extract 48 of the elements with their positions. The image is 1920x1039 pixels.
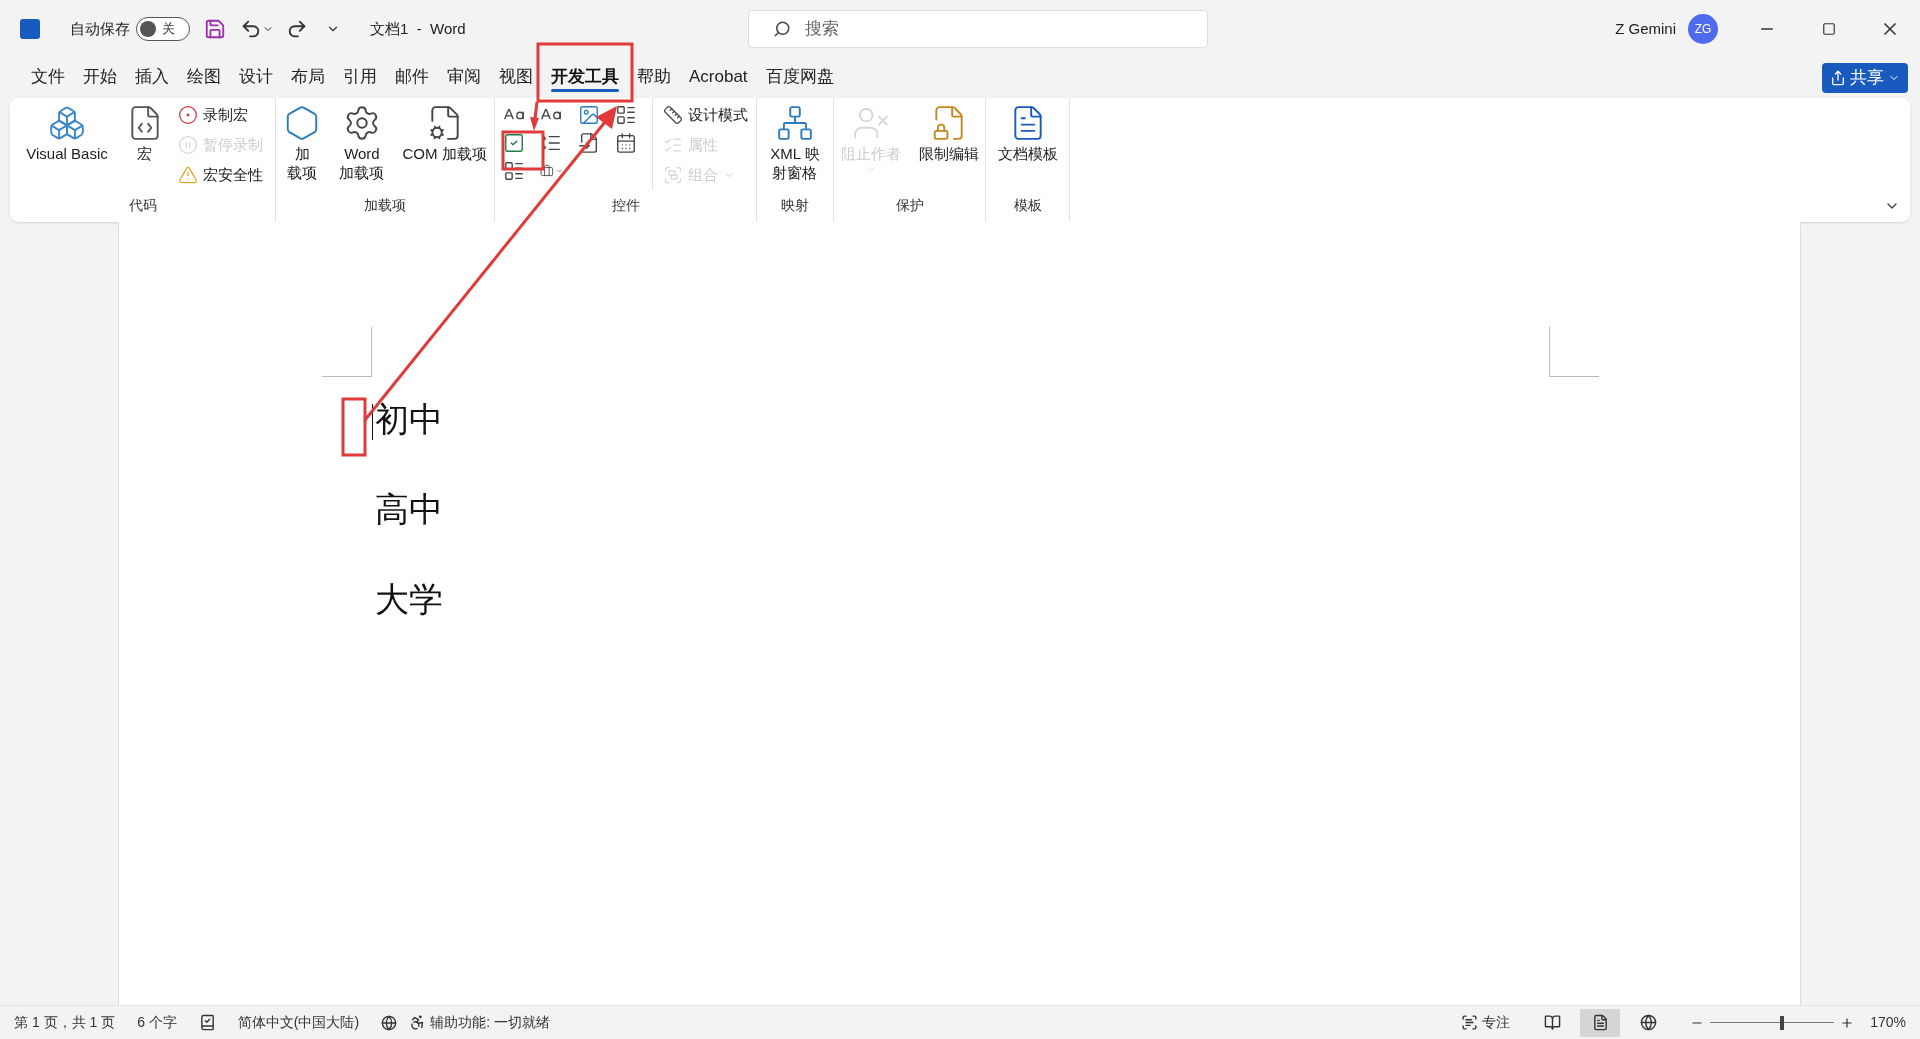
ribbon-tab[interactable]: 开始 bbox=[74, 60, 126, 96]
autosave-toggle[interactable]: 关 bbox=[136, 17, 190, 41]
word-count[interactable]: 6 个字 bbox=[137, 1012, 177, 1033]
share-button[interactable]: 共享 bbox=[1822, 63, 1908, 93]
focus-button[interactable]: 专注 bbox=[1461, 1012, 1511, 1033]
group-label: 模板 bbox=[1013, 196, 1042, 215]
ribbon-tab[interactable]: 插入 bbox=[126, 60, 178, 96]
accessibility-status[interactable]: 辅助功能: 一切就绪 bbox=[409, 1012, 550, 1033]
ribbon-tab[interactable]: 文件 bbox=[22, 60, 74, 96]
ribbon-button[interactable]: 宏安全性 bbox=[177, 160, 263, 190]
window-title: 文档1 - Word bbox=[370, 18, 466, 39]
ribbon-tab[interactable]: 布局 bbox=[282, 60, 334, 96]
ribbon-button[interactable]: COM 加载项 bbox=[398, 98, 491, 163]
ribbon-button[interactable]: 宏 bbox=[121, 98, 168, 163]
ribbon-tab[interactable]: 绘图 bbox=[178, 60, 230, 96]
ribbon-button[interactable]: 设计模式 bbox=[663, 100, 748, 130]
page-count[interactable]: 第 1 页，共 1 页 bbox=[14, 1012, 116, 1033]
ribbon-button[interactable]: Visual Basic bbox=[22, 98, 112, 163]
ribbon-tab[interactable]: 帮助 bbox=[628, 60, 680, 96]
zoom-percentage[interactable]: 170% bbox=[1870, 1012, 1906, 1033]
search-input[interactable]: 搜索 bbox=[804, 16, 1183, 42]
group-label: 加载项 bbox=[364, 196, 406, 215]
ribbon-tab[interactable]: Acrobat bbox=[680, 60, 757, 96]
document-paragraph: 大学 bbox=[374, 582, 444, 618]
search-field[interactable]: 搜索 bbox=[747, 10, 1208, 48]
autosave-label: 自动保存 bbox=[70, 18, 130, 39]
user-name: Z Gemini bbox=[1615, 18, 1676, 39]
ribbon-tab[interactable]: 邮件 bbox=[386, 60, 438, 96]
group-label: 代码 bbox=[128, 196, 157, 215]
ribbon-tab[interactable]: 视图 bbox=[490, 60, 542, 96]
ribbon-button[interactable]: Word 加载项 bbox=[335, 98, 389, 182]
document-paragraph: 初中 bbox=[374, 402, 444, 438]
language-status[interactable]: 简体中文(中国大陆) bbox=[237, 1012, 360, 1033]
group-label: 保护 bbox=[895, 196, 924, 215]
ribbon-button[interactable]: XML 映 射窗格 bbox=[766, 98, 824, 182]
document-paragraph: 高中 bbox=[374, 492, 444, 528]
group-label: 控件 bbox=[611, 196, 640, 215]
ribbon-tab[interactable]: 引用 bbox=[334, 60, 386, 96]
ribbon-button[interactable]: 录制宏 bbox=[177, 100, 263, 130]
ribbon-button[interactable]: 限制编辑 bbox=[914, 98, 983, 163]
ribbon-button[interactable]: 加 载项 bbox=[279, 98, 326, 182]
ribbon-tab[interactable]: 开发工具 bbox=[542, 60, 628, 96]
user-avatar[interactable]: ZG bbox=[1688, 14, 1718, 44]
group-label: 映射 bbox=[781, 196, 809, 215]
ribbon-button[interactable]: 文档模板 bbox=[993, 98, 1062, 163]
ribbon-tab[interactable]: 百度网盘 bbox=[756, 60, 843, 96]
ribbon-tab[interactable]: 审阅 bbox=[438, 60, 490, 96]
ribbon-tab[interactable]: 设计 bbox=[230, 60, 282, 96]
